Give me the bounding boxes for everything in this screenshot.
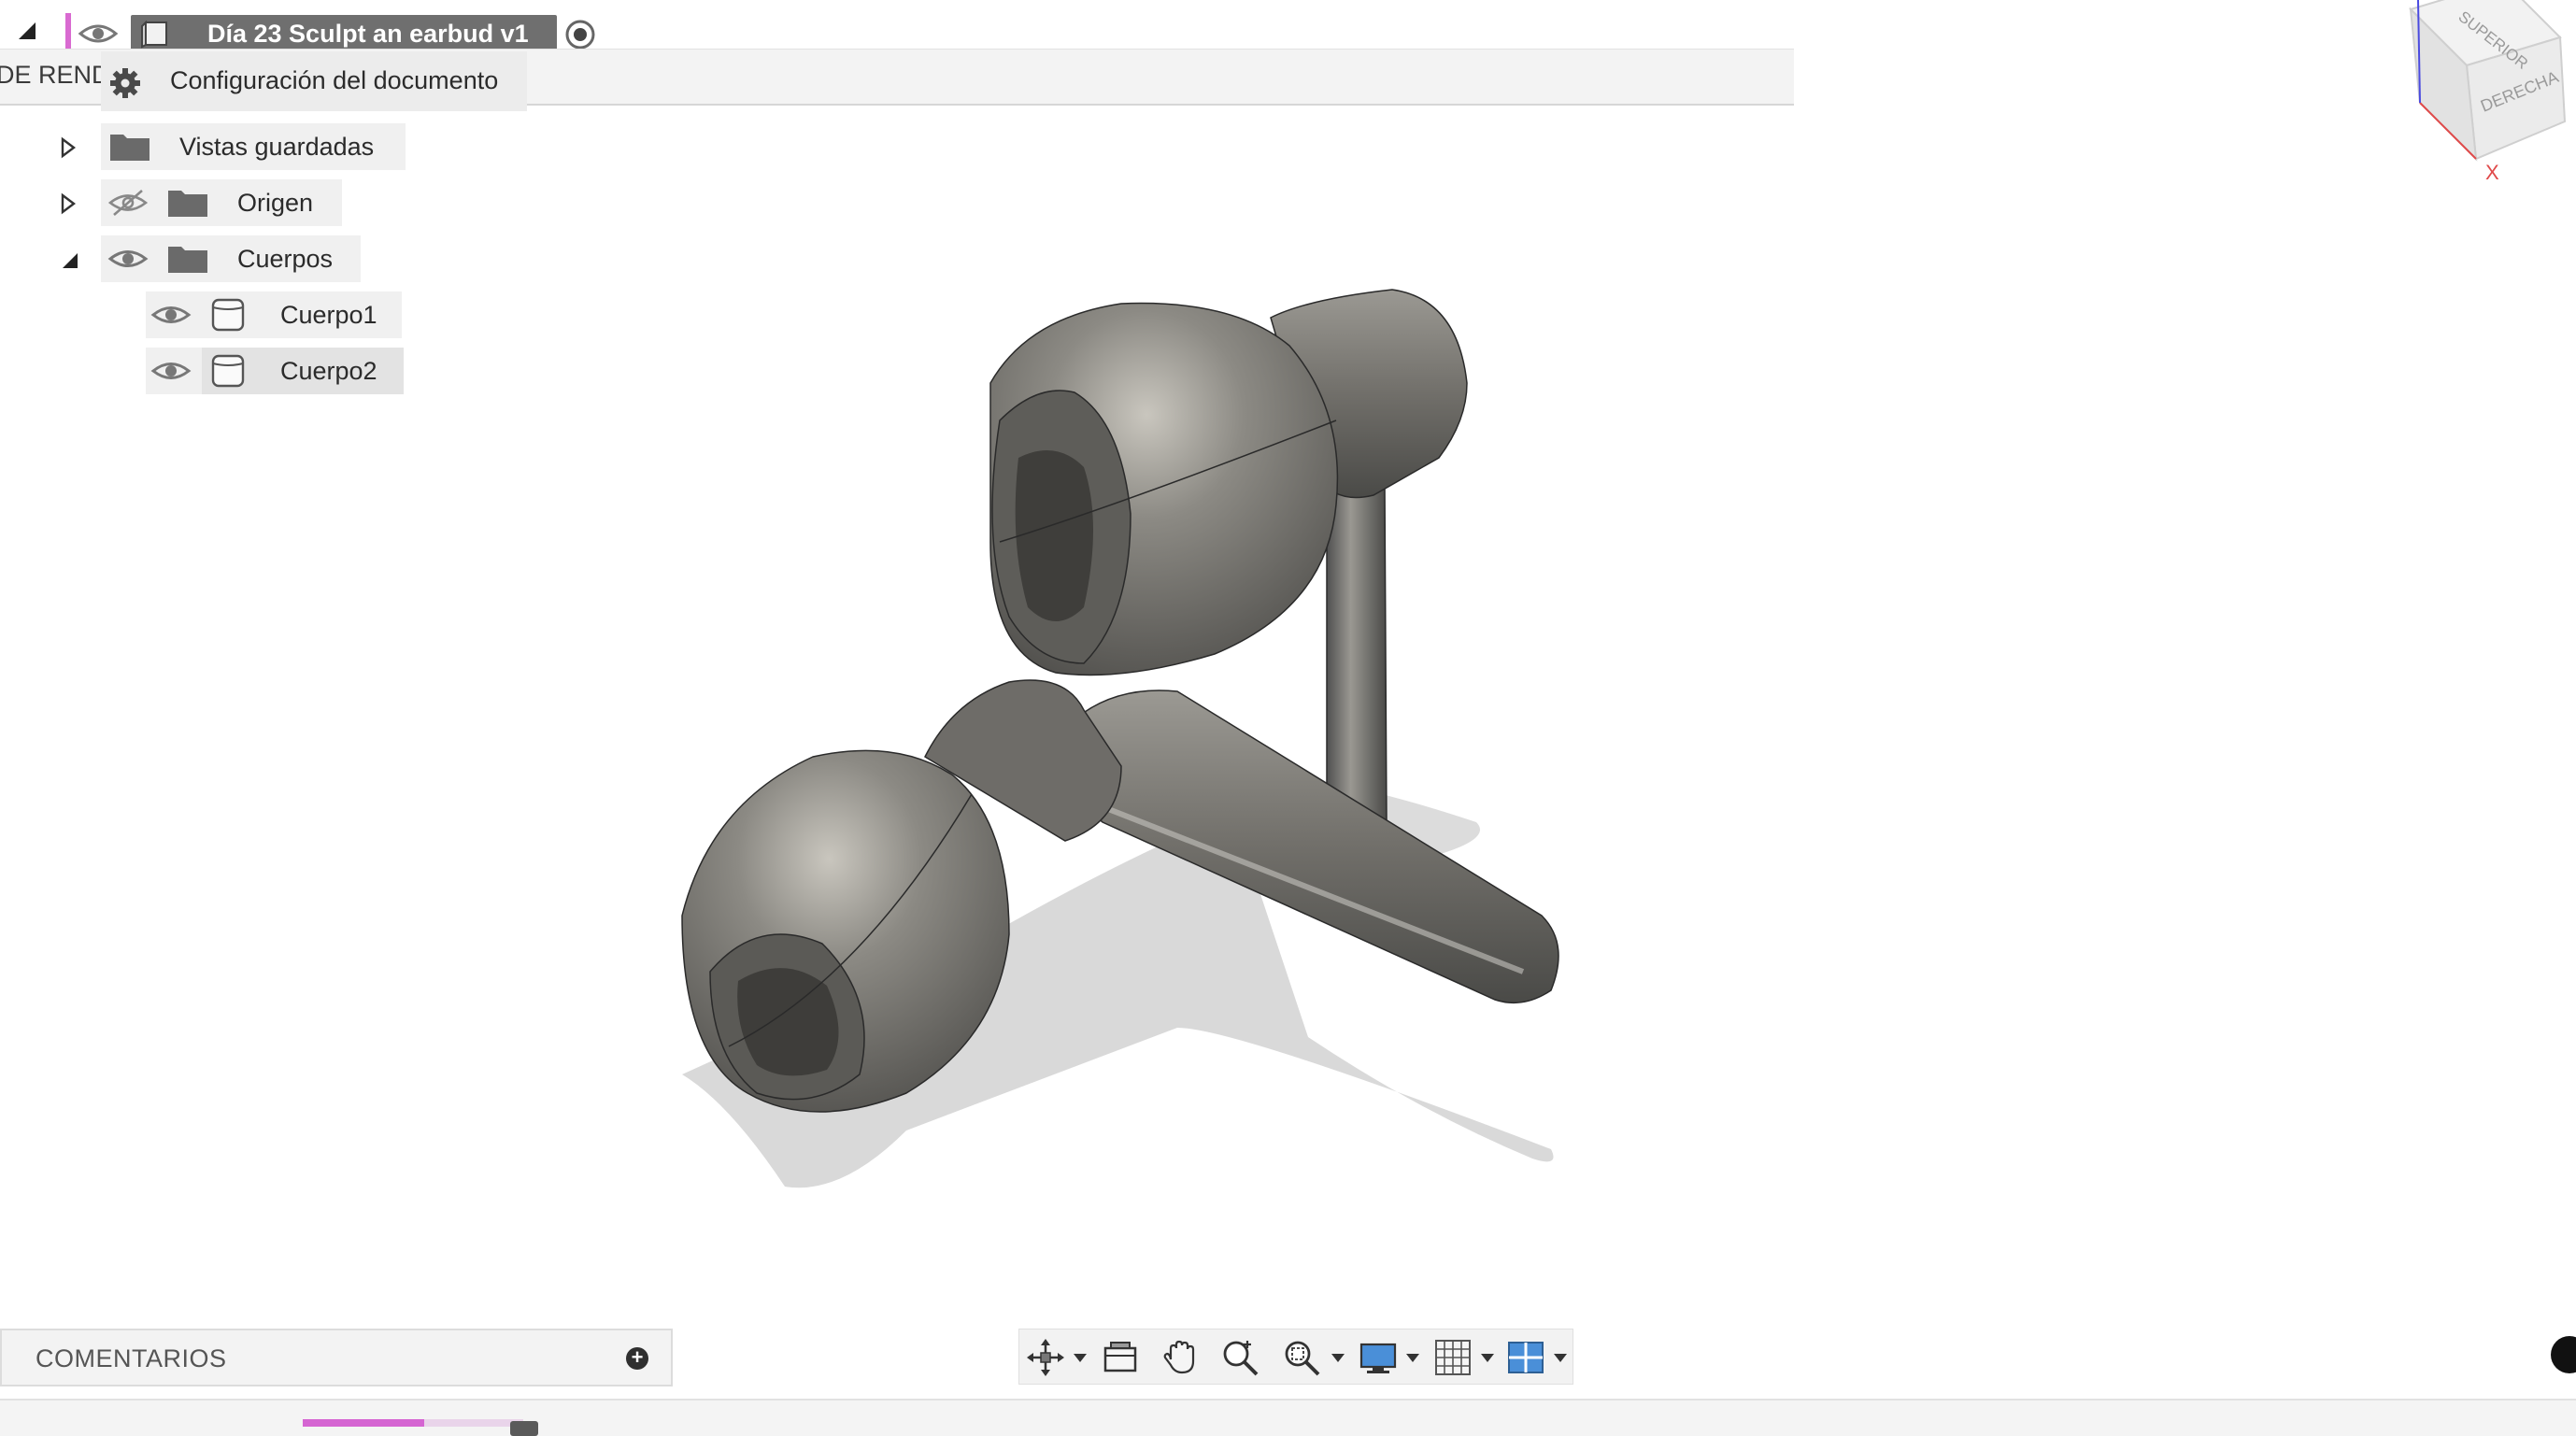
zoom-dropdown-arrow[interactable] bbox=[1331, 1354, 1345, 1362]
document-settings-bar: DE RENDE Configuración del documento bbox=[0, 49, 1794, 111]
tree-item-saved-views[interactable]: Vistas guardadas bbox=[0, 123, 411, 170]
viewports-dropdown-arrow[interactable] bbox=[1554, 1354, 1567, 1362]
hidden-eye-icon[interactable] bbox=[107, 187, 149, 219]
tree-item-body2[interactable]: Cuerpo2 bbox=[0, 348, 411, 394]
comments-panel[interactable]: COMENTARIOS + bbox=[0, 1329, 673, 1386]
display-dropdown-arrow[interactable] bbox=[1406, 1354, 1419, 1362]
document-root-item[interactable]: Día 23 Sculpt an earbud v1 bbox=[131, 15, 557, 52]
fit-icon[interactable] bbox=[1281, 1337, 1322, 1378]
navigation-toolbar bbox=[1018, 1329, 1573, 1385]
tree-item-body1[interactable]: Cuerpo1 bbox=[0, 291, 411, 338]
viewcube[interactable]: SUPERIOR DERECHA X bbox=[2392, 0, 2576, 196]
tree-item-label: Origen bbox=[237, 189, 314, 217]
expand-arrow-icon[interactable] bbox=[60, 136, 77, 159]
folder-icon bbox=[168, 191, 207, 217]
document-settings-item[interactable]: Configuración del documento bbox=[101, 51, 527, 111]
expand-arrow-icon[interactable] bbox=[60, 192, 77, 215]
tree-item-label: Cuerpo2 bbox=[280, 357, 377, 385]
activate-radio-icon[interactable] bbox=[564, 19, 596, 50]
display-settings-icon[interactable] bbox=[1358, 1337, 1399, 1378]
document-icon bbox=[141, 20, 167, 49]
earbud-models-viewport[interactable] bbox=[598, 262, 1626, 1215]
eye-icon[interactable] bbox=[149, 299, 192, 331]
corner-action-button[interactable] bbox=[2551, 1336, 2576, 1373]
orbit-dropdown-arrow[interactable] bbox=[1074, 1354, 1087, 1362]
pan-icon[interactable] bbox=[1160, 1337, 1201, 1378]
grid-dropdown-arrow[interactable] bbox=[1481, 1354, 1494, 1362]
collapse-triangle-icon[interactable] bbox=[17, 21, 37, 41]
orbit-icon[interactable] bbox=[1025, 1337, 1066, 1378]
settings-label: Configuración del documento bbox=[170, 66, 499, 94]
document-title: Día 23 Sculpt an earbud v1 bbox=[207, 20, 529, 48]
x-axis-label: X bbox=[2485, 161, 2499, 184]
tree-item-origin[interactable]: Origen bbox=[0, 179, 355, 226]
tree-item-bodies[interactable]: Cuerpos bbox=[0, 235, 374, 282]
tree-item-label: Vistas guardadas bbox=[179, 133, 375, 161]
gear-icon bbox=[110, 68, 140, 98]
comments-label: COMENTARIOS bbox=[36, 1344, 227, 1372]
eye-icon[interactable] bbox=[107, 243, 149, 275]
tree-item-label: Cuerpo1 bbox=[280, 301, 377, 329]
body-icon bbox=[211, 354, 245, 388]
folder-icon bbox=[168, 247, 207, 273]
render-tab-label[interactable]: DE RENDE bbox=[0, 61, 101, 90]
eye-icon[interactable] bbox=[75, 15, 121, 52]
body-icon bbox=[211, 298, 245, 332]
timeline-track[interactable] bbox=[303, 1419, 523, 1427]
timeline-progress bbox=[303, 1419, 424, 1427]
zoom-icon[interactable] bbox=[1219, 1337, 1260, 1378]
eye-icon[interactable] bbox=[149, 355, 192, 387]
timeline-bar bbox=[0, 1399, 2576, 1436]
collapse-arrow-icon[interactable] bbox=[60, 250, 80, 271]
add-comment-button[interactable]: + bbox=[626, 1347, 648, 1370]
folder-icon bbox=[110, 135, 149, 161]
look-at-icon[interactable] bbox=[1100, 1337, 1141, 1378]
tree-item-label: Cuerpos bbox=[237, 245, 334, 273]
grid-icon[interactable] bbox=[1432, 1337, 1473, 1378]
viewports-icon[interactable] bbox=[1505, 1337, 1546, 1378]
